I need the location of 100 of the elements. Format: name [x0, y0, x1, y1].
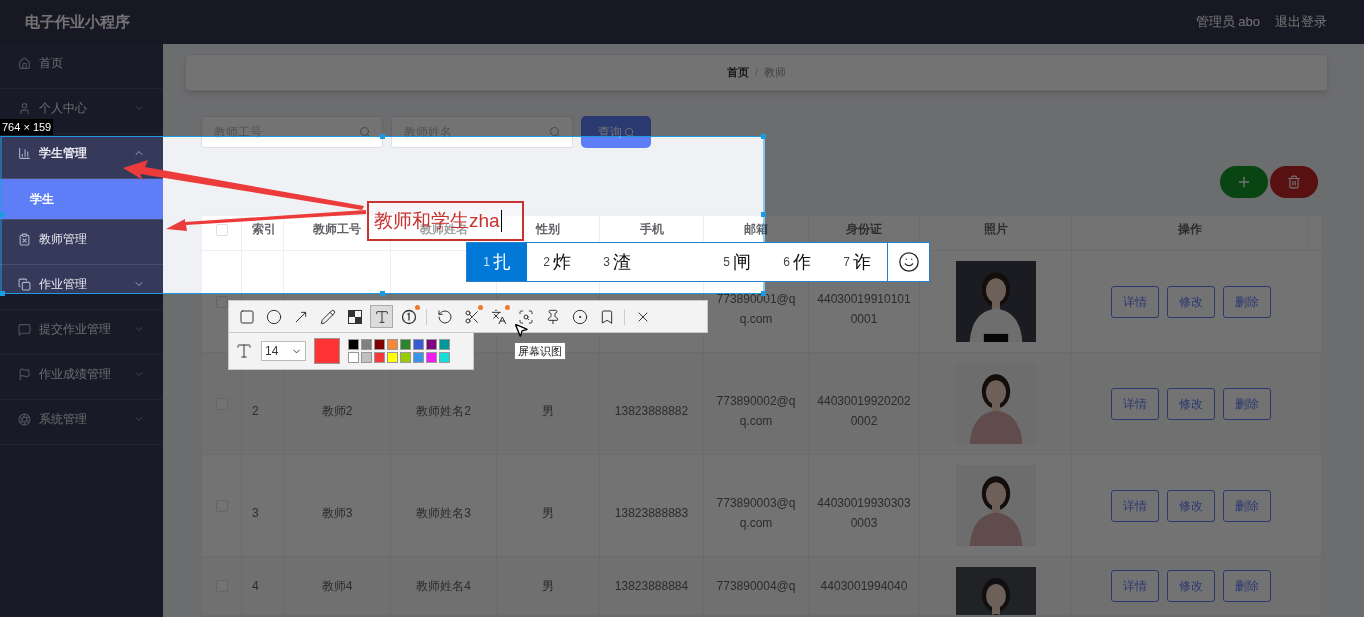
color-swatch[interactable]	[439, 352, 450, 363]
column-header: 性别	[536, 222, 560, 236]
table-cell-text: 3	[252, 504, 259, 522]
sidebar-item[interactable]: 作业管理	[0, 265, 163, 310]
table-cell-text: 773890002@qq.com	[715, 392, 797, 430]
color-swatch[interactable]	[400, 339, 411, 350]
tooltip: 屏幕识图	[514, 342, 566, 360]
emoji-icon[interactable]	[897, 251, 920, 273]
action-button[interactable]: 修改	[1166, 285, 1215, 318]
action-button[interactable]: 修改	[1166, 489, 1215, 522]
column-header: 照片	[983, 222, 1008, 236]
numbered-circle-icon	[400, 308, 417, 325]
color-swatch[interactable]	[361, 352, 372, 363]
app-title: 电子作业小程序	[25, 11, 131, 32]
logout-link[interactable]: 退出登录	[1275, 12, 1327, 32]
sidebar-item[interactable]: 系统管理	[0, 400, 163, 445]
flag-icon	[18, 367, 31, 381]
action-button[interactable]: 删除	[1222, 570, 1271, 602]
color-swatch[interactable]	[374, 339, 385, 350]
table-cell-text: 2	[252, 402, 259, 420]
undo-icon	[436, 308, 453, 325]
table-cell-text: 男	[542, 504, 554, 522]
delete-button[interactable]	[1270, 166, 1318, 198]
color-swatch[interactable]	[374, 352, 385, 363]
breadcrumb-link[interactable]: 首页	[726, 64, 749, 81]
table-cell-text: 773890003@qq.com	[715, 494, 797, 532]
table-cell-text: 教师姓名2	[416, 402, 471, 420]
sidebar-item[interactable]: 作业成绩管理	[0, 355, 163, 400]
sidebar-item[interactable]: 首页	[0, 44, 163, 89]
color-swatch[interactable]	[400, 352, 411, 363]
column-header: 手机	[639, 222, 664, 236]
table-cell-text: 男	[542, 578, 554, 595]
search-icon	[549, 126, 561, 138]
action-button[interactable]: 详情	[1110, 570, 1159, 602]
action-button[interactable]: 详情	[1110, 489, 1159, 522]
pencil-icon	[319, 308, 336, 325]
color-swatch[interactable]	[426, 339, 437, 350]
sidebar-item[interactable]: 教师管理	[0, 220, 163, 265]
copy-icon	[18, 277, 31, 291]
table-cell-text: 教师3	[321, 504, 353, 522]
ime-candidate[interactable]: 7 诈	[827, 243, 887, 281]
column-header: 身份证	[846, 222, 882, 236]
table-cell-text: 13823888883	[614, 504, 689, 522]
action-button[interactable]: 修改	[1166, 570, 1215, 602]
column-header: 索引	[252, 222, 276, 236]
user-label: 管理员 abo	[1195, 13, 1260, 32]
table-cell-text: 13823888884	[614, 578, 689, 595]
color-swatch[interactable]	[361, 339, 372, 350]
table-cell-text: 4	[252, 578, 259, 595]
mosaic-icon	[347, 309, 362, 324]
table-cell-text: 男	[542, 402, 554, 420]
bar-chart-icon	[18, 146, 31, 160]
trash-icon	[1287, 175, 1301, 189]
table-cell-text: 教师4	[321, 578, 353, 595]
action-button[interactable]: 详情	[1110, 387, 1159, 420]
color-swatch[interactable]	[348, 352, 359, 363]
table-cell-text: 教师姓名4	[416, 578, 471, 595]
color-swatch[interactable]	[413, 339, 424, 350]
action-button[interactable]: 删除	[1222, 285, 1271, 318]
rectangle-icon	[238, 308, 255, 325]
current-color-swatch[interactable]	[314, 338, 340, 364]
home-icon	[18, 56, 31, 70]
action-button[interactable]: 删除	[1222, 387, 1271, 420]
color-swatch[interactable]	[387, 352, 398, 363]
add-button[interactable]	[1220, 166, 1268, 198]
color-swatch[interactable]	[387, 339, 398, 350]
ime-candidate[interactable]: 2 炸	[527, 243, 587, 281]
sidebar-subitem[interactable]: 学生	[0, 179, 163, 220]
selection-size-label: 764 × 159	[0, 119, 54, 135]
action-button[interactable]: 修改	[1166, 387, 1215, 420]
ime-candidate[interactable]: 3 渣	[587, 243, 647, 281]
table-cell-text: 教师姓名3	[416, 504, 471, 522]
sidebar-item[interactable]: 提交作业管理	[0, 310, 163, 355]
table-cell-text: 440300199202020002	[817, 392, 911, 430]
ime-candidate[interactable]: 1 扎	[467, 243, 527, 281]
breadcrumb-separator: /	[754, 65, 759, 81]
action-button[interactable]: 删除	[1222, 489, 1271, 522]
table-cell-text: 773890001@qq.com	[715, 290, 797, 328]
translate-icon	[490, 308, 507, 325]
message-icon	[18, 322, 31, 336]
color-swatch[interactable]	[348, 339, 359, 350]
color-swatch[interactable]	[439, 339, 450, 350]
checkbox[interactable]	[215, 295, 228, 308]
table-cell-text: 4403001994040	[820, 578, 908, 595]
ime-candidate[interactable]: 6 作	[767, 243, 827, 281]
search-icon	[359, 126, 371, 138]
table-cell-text: 教师2	[321, 402, 353, 420]
font-size-select[interactable]: 14	[261, 341, 306, 361]
text-icon	[373, 308, 390, 325]
color-swatch[interactable]	[413, 352, 424, 363]
ime-candidate[interactable]: 5 闸	[707, 243, 767, 281]
plus-icon	[1236, 174, 1252, 190]
aperture-icon	[18, 412, 31, 426]
checkbox[interactable]	[215, 224, 228, 236]
color-swatch[interactable]	[426, 352, 437, 363]
table-cell-text: 13823888882	[614, 402, 689, 420]
column-header: 教师工号	[313, 222, 361, 236]
clipboard-icon	[18, 232, 31, 246]
tool-button[interactable]	[370, 305, 393, 328]
action-button[interactable]: 详情	[1110, 285, 1159, 318]
